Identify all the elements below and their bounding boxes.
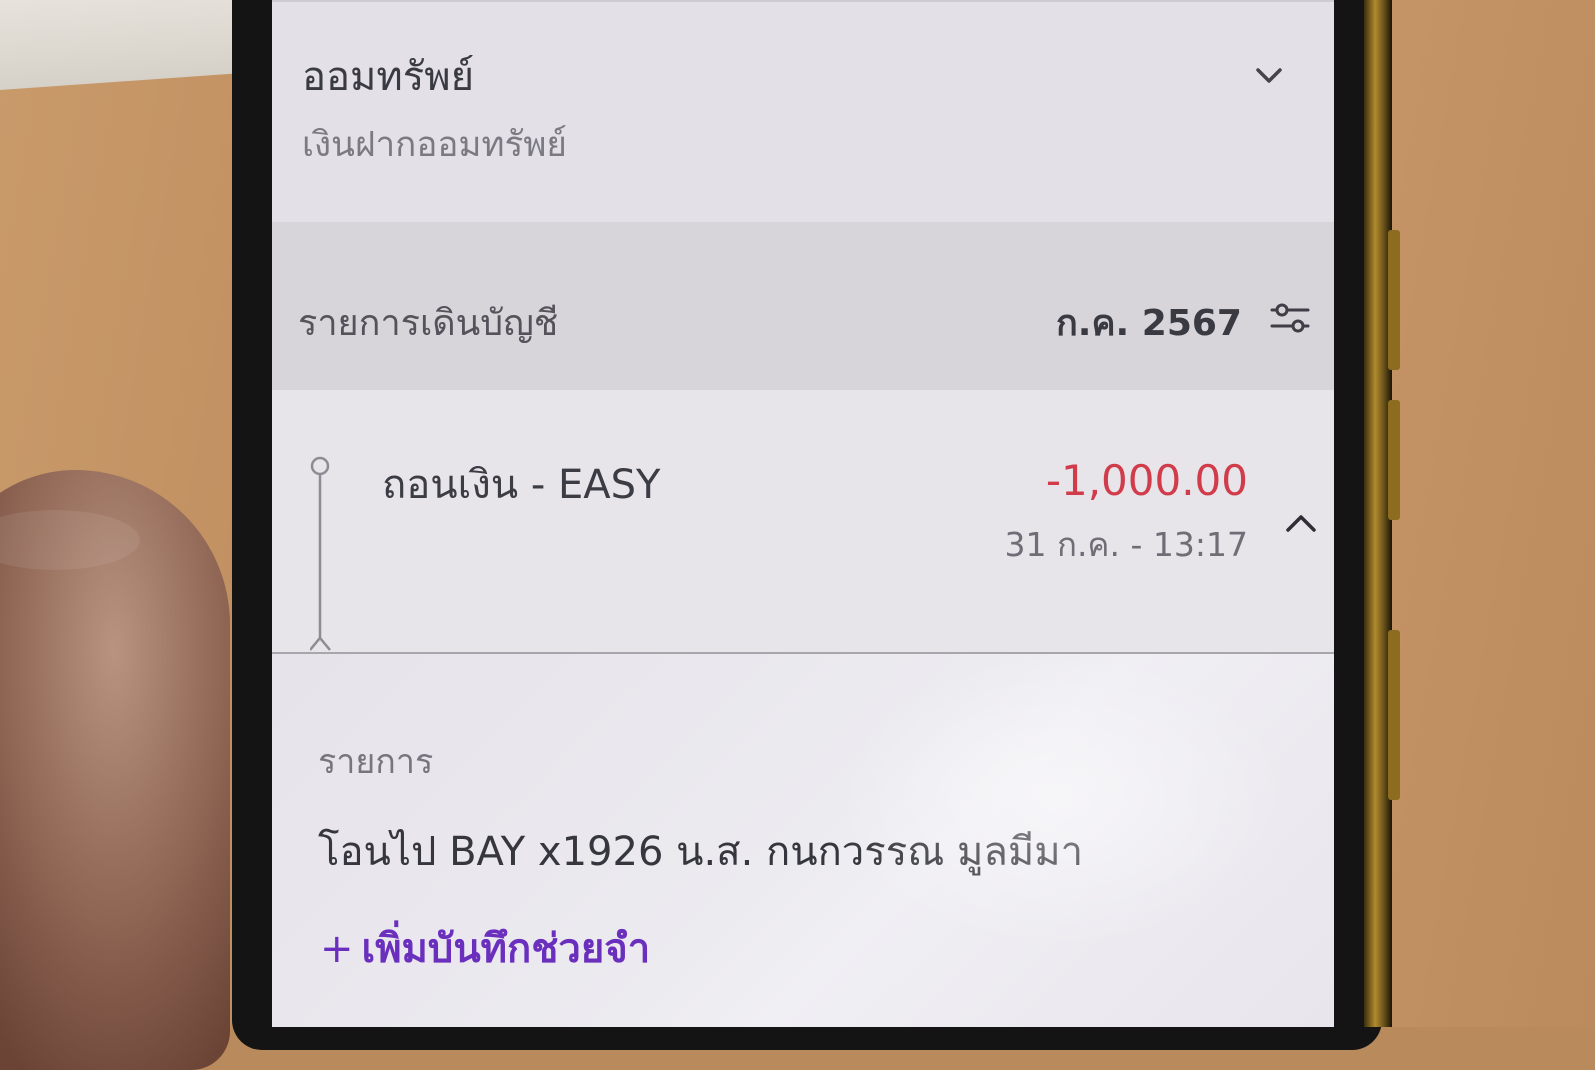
transaction-amount: -1,000.00 (1045, 456, 1248, 505)
filter-sliders-icon[interactable] (1268, 300, 1312, 336)
add-memo-label: เพิ่มบันทึกช่วยจำ (361, 926, 651, 972)
transaction-detail: รายการ โอนไป BAY x1926 น.ส. กนกวรรณ มูลม… (272, 654, 1334, 1027)
add-memo-button[interactable]: + เพิ่มบันทึกช่วยจำ (320, 916, 650, 980)
header-strip (272, 0, 1334, 2)
statement-title: รายการเดินบัญชี (298, 303, 559, 344)
chevron-up-icon[interactable] (1284, 510, 1318, 540)
phone-volume-button (1388, 230, 1400, 370)
transaction-datetime: 31 ก.ค. - 13:17 (1004, 525, 1248, 564)
phone-power-button (1388, 630, 1400, 800)
account-type: เงินฝากออมทรัพย์ (302, 125, 567, 165)
transaction-title: ถอนเงิน - EASY (382, 462, 661, 508)
statement-month-selector[interactable]: ก.ค. 2567 (1056, 294, 1242, 351)
phone-screen: ออมทรัพย์ เงินฝากออมทรัพย์ รายการเดินบัญ… (272, 0, 1334, 1027)
finger (0, 470, 230, 1070)
phone-volume-button (1388, 400, 1400, 520)
detail-label: รายการ (318, 742, 434, 782)
timeline-dot-icon (310, 456, 331, 651)
finger-highlight (0, 510, 140, 570)
plus-icon: + (320, 926, 354, 972)
detail-value: โอนไป BAY x1926 น.ส. กนกวรรณ มูลมีมา (318, 829, 1084, 875)
account-card[interactable]: ออมทรัพย์ เงินฝากออมทรัพย์ (272, 0, 1334, 222)
statement-header: รายการเดินบัญชี ก.ค. 2567 (272, 222, 1334, 390)
account-name: ออมทรัพย์ (302, 54, 475, 100)
transaction-row[interactable]: ถอนเงิน - EASY -1,000.00 31 ก.ค. - 13:17 (272, 390, 1334, 654)
chevron-down-icon[interactable] (1254, 60, 1284, 90)
